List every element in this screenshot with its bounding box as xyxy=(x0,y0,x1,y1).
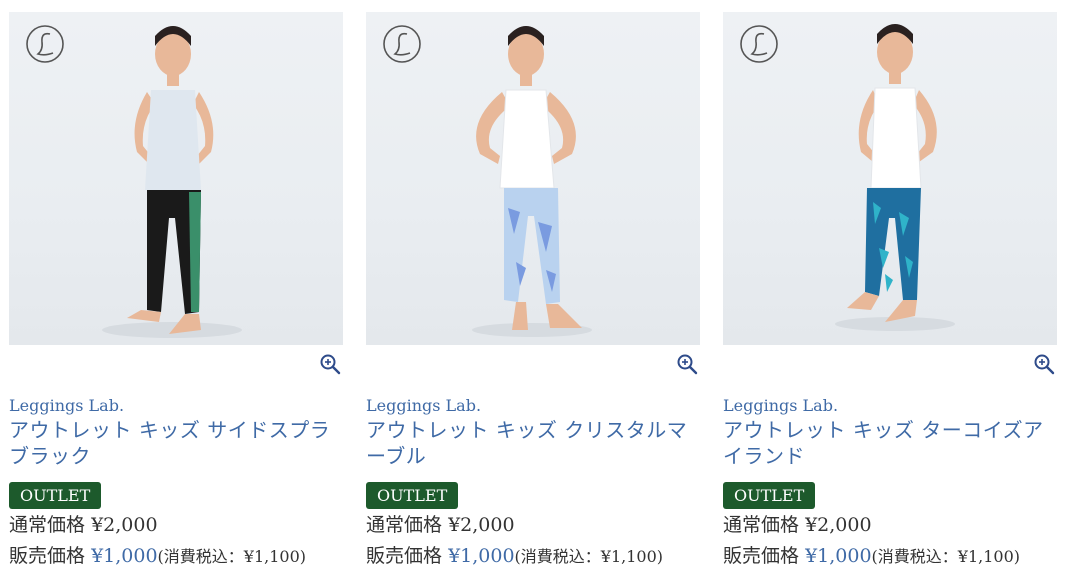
product-brand: Leggings Lab. xyxy=(723,396,839,415)
sale-price: ¥1,000 xyxy=(805,545,872,567)
tax-note: (消費税込：¥1,100) xyxy=(871,547,1021,566)
regular-price: ¥2,000 xyxy=(91,514,158,536)
sale-price-label: 販売価格 xyxy=(723,545,800,567)
regular-price-row: 通常価格 ¥2,000 xyxy=(9,512,158,538)
leggings-lab-logo-icon xyxy=(26,25,64,63)
regular-price: ¥2,000 xyxy=(448,514,515,536)
sale-price-row: 販売価格 ¥1,000(消費税込：¥1,100) xyxy=(366,543,663,570)
sale-price-label: 販売価格 xyxy=(9,545,86,567)
leggings-lab-logo-icon xyxy=(383,25,421,63)
sale-price-row: 販売価格 ¥1,000(消費税込：¥1,100) xyxy=(9,543,306,570)
outlet-badge: OUTLET xyxy=(723,482,816,509)
product-card: Leggings Lab. アウトレット キッズ クリスタルマ ーブル OUTL… xyxy=(366,12,700,567)
zoom-in-icon[interactable] xyxy=(319,353,341,375)
product-image[interactable] xyxy=(723,12,1057,345)
outlet-badge: OUTLET xyxy=(366,482,459,509)
leggings-lab-logo-icon xyxy=(740,25,778,63)
regular-price: ¥2,000 xyxy=(805,514,872,536)
product-grid: Leggings Lab. アウトレット キッズ サイドスプラ ブラック OUT… xyxy=(0,0,1066,574)
regular-price-label: 通常価格 xyxy=(366,514,443,536)
sale-price: ¥1,000 xyxy=(448,545,515,567)
outlet-badge: OUTLET xyxy=(9,482,102,509)
tax-note: (消費税込：¥1,100) xyxy=(157,547,307,566)
product-card: Leggings Lab. アウトレット キッズ ターコイズア イランド OUT… xyxy=(723,12,1057,567)
tax-note: (消費税込：¥1,100) xyxy=(514,547,664,566)
product-title-link[interactable]: アウトレット キッズ ターコイズア イランド xyxy=(723,417,1057,469)
regular-price-row: 通常価格 ¥2,000 xyxy=(366,512,515,538)
sale-price-row: 販売価格 ¥1,000(消費税込：¥1,100) xyxy=(723,543,1020,570)
product-brand: Leggings Lab. xyxy=(366,396,482,415)
product-title-link[interactable]: アウトレット キッズ クリスタルマ ーブル xyxy=(366,417,700,469)
sale-price-label: 販売価格 xyxy=(366,545,443,567)
product-image[interactable] xyxy=(9,12,343,345)
regular-price-label: 通常価格 xyxy=(723,514,800,536)
zoom-in-icon[interactable] xyxy=(1033,353,1055,375)
product-brand: Leggings Lab. xyxy=(9,396,125,415)
product-card: Leggings Lab. アウトレット キッズ サイドスプラ ブラック OUT… xyxy=(9,12,343,567)
sale-price: ¥1,000 xyxy=(91,545,158,567)
regular-price-label: 通常価格 xyxy=(9,514,86,536)
product-title-link[interactable]: アウトレット キッズ サイドスプラ ブラック xyxy=(9,417,343,469)
zoom-in-icon[interactable] xyxy=(676,353,698,375)
product-image[interactable] xyxy=(366,12,700,345)
regular-price-row: 通常価格 ¥2,000 xyxy=(723,512,872,538)
